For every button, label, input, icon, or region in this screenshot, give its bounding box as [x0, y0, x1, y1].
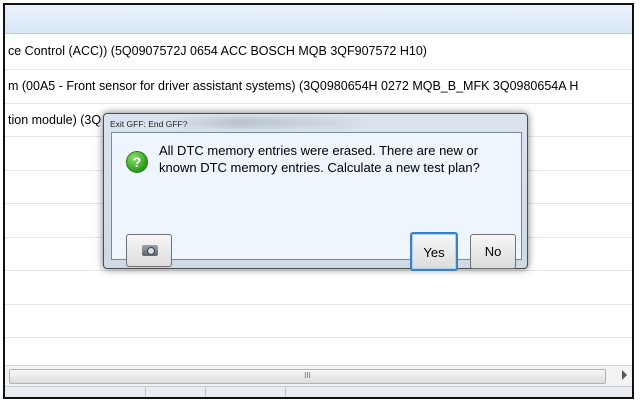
- status-divider: [145, 387, 146, 397]
- list-item[interactable]: [5, 305, 632, 338]
- status-bar: [5, 386, 632, 397]
- dialog-body: ? All DTC memory entries were erased. Th…: [111, 132, 522, 271]
- camera-icon: [142, 245, 158, 256]
- list-item[interactable]: [5, 271, 632, 305]
- scrollbar-thumb[interactable]: III: [9, 369, 606, 384]
- no-button[interactable]: No: [470, 234, 516, 269]
- list-item[interactable]: m (00A5 - Front sensor for driver assist…: [5, 70, 632, 104]
- status-divider: [285, 387, 286, 397]
- confirm-dialog: Exit GFF: End GFF? ? All DTC memory entr…: [103, 113, 528, 271]
- dialog-message: All DTC memory entries were erased. Ther…: [159, 143, 480, 175]
- horizontal-scrollbar[interactable]: III: [5, 365, 632, 387]
- question-icon: ?: [126, 151, 148, 173]
- screenshot-button[interactable]: [126, 234, 172, 267]
- scroll-right-arrow-icon[interactable]: [622, 370, 627, 380]
- yes-button[interactable]: Yes: [410, 232, 458, 271]
- list-item[interactable]: ce Control (ACC)) (5Q0907572J 0654 ACC B…: [5, 33, 632, 70]
- header-bar: [5, 5, 632, 34]
- status-divider: [205, 387, 206, 397]
- blurred-title-area: [172, 117, 372, 128]
